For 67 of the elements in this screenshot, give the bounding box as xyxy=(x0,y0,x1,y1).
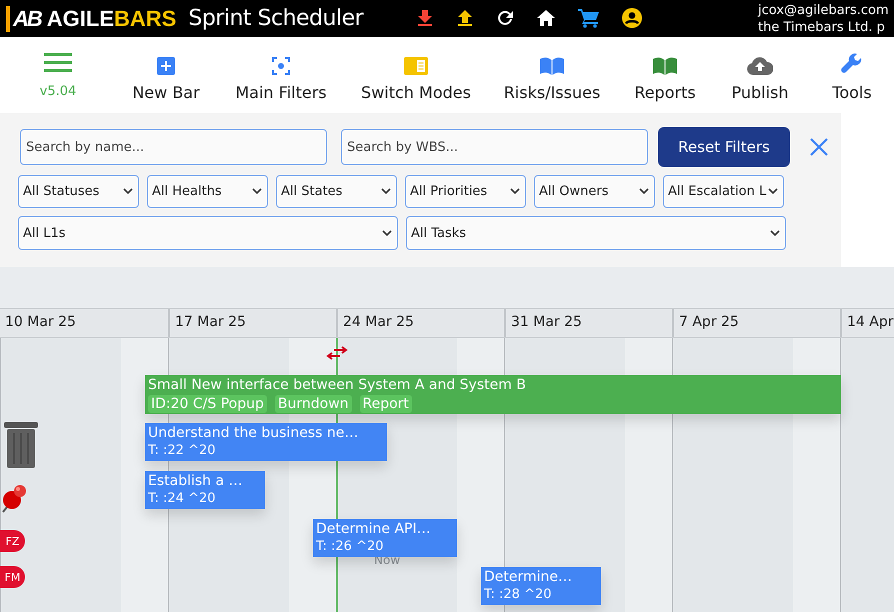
filter-dropdown[interactable]: All Healths xyxy=(147,175,268,208)
toolbar-button[interactable]: Risks/Issues xyxy=(486,47,618,103)
chevron-down-icon xyxy=(510,188,520,195)
bar-subtitle: T: :24 ^20 xyxy=(148,490,217,508)
book-icon xyxy=(539,57,565,75)
home-icon[interactable] xyxy=(536,9,556,27)
bar-title: Small New interface between System A and System B xyxy=(148,376,527,394)
filter-dropdown[interactable]: All Tasks xyxy=(406,216,786,250)
chevron-down-icon xyxy=(770,230,780,236)
refresh-icon[interactable] xyxy=(496,9,514,27)
filter-dropdown[interactable]: All Priorities xyxy=(405,175,526,208)
bar-subtitle: T: :22 ^20 xyxy=(148,442,217,460)
close-icon[interactable] xyxy=(810,138,828,156)
timeline-bar[interactable]: Establish a … T: :24 ^20 xyxy=(145,471,265,509)
chevron-down-icon xyxy=(639,188,649,195)
logo-text: AGILEBARS xyxy=(46,6,176,32)
download-icon[interactable] xyxy=(416,9,434,27)
toolbar-button[interactable]: Publish xyxy=(712,47,808,103)
reset-filters-button[interactable]: Reset Filters xyxy=(658,127,790,167)
resize-arrow-icon[interactable] xyxy=(326,346,348,360)
chevron-down-icon xyxy=(381,188,391,195)
logo-mark: AB xyxy=(6,6,41,32)
toolbar-button[interactable]: Tools xyxy=(822,47,882,103)
timeline-bar[interactable]: Determine… T: :28 ^20 xyxy=(481,567,601,605)
search-field[interactable]: Search by name... xyxy=(20,129,327,165)
week-header: 10 Mar 25 xyxy=(4,313,77,332)
panel-icon xyxy=(404,57,428,75)
filter-dropdown[interactable]: All Statuses xyxy=(18,175,139,208)
filter-dropdown[interactable]: All Escalation L xyxy=(663,175,784,208)
person-badge[interactable]: FZ xyxy=(0,530,25,552)
person-badge[interactable]: FM xyxy=(0,566,25,588)
pushpin-icon[interactable] xyxy=(1,483,27,513)
chevron-down-icon xyxy=(123,188,133,195)
user-email: jcox@agilebars.com xyxy=(758,2,889,19)
bar-title: Determine… xyxy=(484,568,574,586)
timeline-bar[interactable]: Determine API… T: :26 ^20 xyxy=(313,519,457,557)
bar-subtitle: T: :26 ^20 xyxy=(316,538,385,556)
cart-icon[interactable] xyxy=(578,8,600,28)
account-icon[interactable] xyxy=(622,8,642,28)
bar-title: Understand the business ne… xyxy=(148,424,360,442)
menu-icon[interactable] xyxy=(44,52,72,72)
toolbar-button[interactable]: New Bar xyxy=(116,47,216,103)
cloud-upload-icon xyxy=(747,57,773,75)
filter-dropdown[interactable]: All L1s xyxy=(18,216,398,250)
book-icon xyxy=(652,57,678,75)
bar-title: Determine API… xyxy=(316,520,432,538)
wrench-icon xyxy=(841,53,863,75)
plus-icon xyxy=(157,57,175,75)
toolbar-button[interactable]: Main Filters xyxy=(216,47,346,103)
focus-icon xyxy=(272,57,290,75)
filter-dropdown[interactable]: All Owners xyxy=(534,175,655,208)
trash-can-icon[interactable] xyxy=(4,421,38,469)
toolbar-button[interactable]: Reports xyxy=(618,47,712,103)
chevron-down-icon xyxy=(768,188,778,195)
upload-icon[interactable] xyxy=(456,9,474,27)
app-title: Sprint Scheduler xyxy=(188,6,364,31)
chevron-down-icon xyxy=(252,188,262,195)
timeline-bar[interactable]: Understand the business ne… T: :22 ^20 xyxy=(145,423,387,461)
toolbar-button[interactable]: Switch Modes xyxy=(346,47,486,103)
week-header: 14 Apr xyxy=(840,309,894,337)
bar-title: Establish a … xyxy=(148,472,244,490)
chevron-down-icon xyxy=(382,230,392,236)
filter-dropdown[interactable]: All States xyxy=(276,175,397,208)
company-name: the Timebars Ltd. p xyxy=(758,19,886,36)
search-field[interactable]: Search by WBS... xyxy=(341,129,648,165)
bar-subtitle: T: :28 ^20 xyxy=(484,586,553,604)
version-label: v5.04 xyxy=(40,84,76,98)
